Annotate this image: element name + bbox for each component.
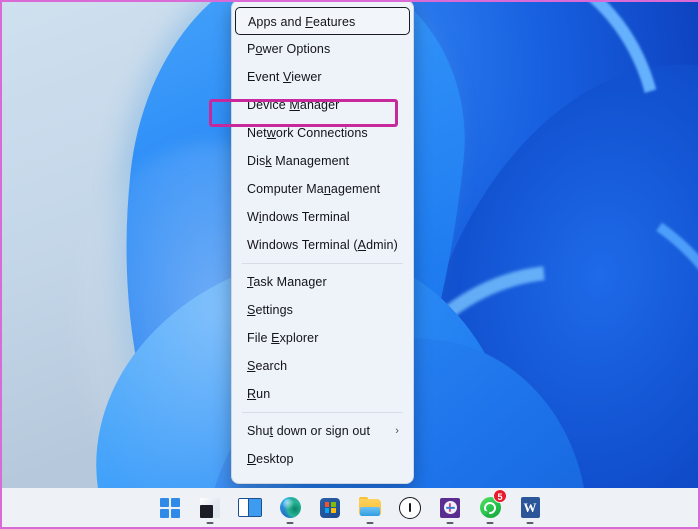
winx-quick-link-menu[interactable]: Apps and Features Power Options Event View… bbox=[231, 2, 414, 484]
menu-item-label: Desktop bbox=[247, 452, 294, 466]
taskbar-running-indicator bbox=[366, 521, 374, 524]
taskbar-item-microsoft-store[interactable] bbox=[310, 488, 350, 527]
wallpaper-shape-main-secondary bbox=[366, 26, 698, 527]
menu-item-device-manager[interactable]: Device Manager bbox=[232, 91, 413, 119]
taskbar-item-microsoft-word[interactable]: W bbox=[510, 488, 550, 527]
menu-item-label: Network Connections bbox=[247, 126, 368, 140]
menu-item-label: Apps and Features bbox=[248, 15, 356, 29]
menu-separator bbox=[242, 263, 403, 264]
taskbar-item-task-view[interactable] bbox=[230, 488, 270, 527]
taskbar-item-microsoft-edge[interactable] bbox=[270, 488, 310, 527]
screen: Apps and Features Power Options Event View… bbox=[0, 0, 700, 529]
menu-item-label: Windows Terminal bbox=[247, 210, 350, 224]
taskbar-item-app[interactable] bbox=[390, 488, 430, 527]
widgets-icon bbox=[198, 496, 222, 520]
menu-item-run[interactable]: Run bbox=[232, 380, 413, 408]
menu-item-label: Disk Management bbox=[247, 154, 350, 168]
task-view-icon bbox=[238, 496, 262, 520]
microsoft-store-icon bbox=[318, 496, 342, 520]
taskbar[interactable]: 5W bbox=[2, 488, 698, 527]
menu-item-label: Search bbox=[247, 359, 288, 373]
menu-separator bbox=[242, 412, 403, 413]
taskbar-item-widgets[interactable] bbox=[190, 488, 230, 527]
menu-item-label: File Explorer bbox=[247, 331, 319, 345]
menu-item-windows-terminal[interactable]: Windows Terminal bbox=[232, 203, 413, 231]
microsoft-word-icon: W bbox=[518, 496, 542, 520]
menu-item-file-explorer[interactable]: File Explorer bbox=[232, 324, 413, 352]
purple-app-icon bbox=[438, 496, 462, 520]
microsoft-edge-icon bbox=[278, 496, 302, 520]
menu-item-event-viewer[interactable]: Event Viewer bbox=[232, 63, 413, 91]
menu-item-label: Windows Terminal (Admin) bbox=[247, 238, 398, 252]
menu-item-label: Settings bbox=[247, 303, 293, 317]
menu-item-label: Task Manager bbox=[247, 275, 327, 289]
menu-item-power-options[interactable]: Power Options bbox=[232, 35, 413, 63]
menu-item-computer-management[interactable]: Computer Management bbox=[232, 175, 413, 203]
notification-badge: 5 bbox=[493, 489, 507, 503]
menu-item-label: Computer Management bbox=[247, 182, 381, 196]
chevron-right-icon: › bbox=[395, 425, 399, 437]
menu-item-settings[interactable]: Settings bbox=[232, 296, 413, 324]
menu-item-apps-and-features[interactable]: Apps and Features bbox=[235, 7, 410, 35]
menu-item-label: Power Options bbox=[247, 42, 331, 56]
menu-item-label: Run bbox=[247, 387, 271, 401]
taskbar-item-whatsapp[interactable]: 5 bbox=[470, 488, 510, 527]
taskbar-running-indicator bbox=[206, 521, 214, 524]
taskbar-running-indicator bbox=[526, 521, 534, 524]
taskbar-running-indicator bbox=[286, 521, 294, 524]
menu-item-label: Shut down or sign out bbox=[247, 424, 371, 438]
menu-item-task-manager[interactable]: Task Manager bbox=[232, 268, 413, 296]
menu-item-windows-terminal-admin[interactable]: Windows Terminal (Admin) bbox=[232, 231, 413, 259]
taskbar-item-app[interactable] bbox=[430, 488, 470, 527]
taskbar-item-start[interactable] bbox=[150, 488, 190, 527]
start-icon bbox=[158, 496, 182, 520]
taskbar-running-indicator bbox=[486, 521, 494, 524]
menu-item-search[interactable]: Search bbox=[232, 352, 413, 380]
menu-item-label: Event Viewer bbox=[247, 70, 322, 84]
menu-item-label: Device Manager bbox=[247, 98, 340, 112]
menu-item-disk-management[interactable]: Disk Management bbox=[232, 147, 413, 175]
taskbar-running-indicator bbox=[446, 521, 454, 524]
menu-item-shut-down-or-sign-out[interactable]: Shut down or sign out › bbox=[232, 417, 413, 445]
power-circle-icon bbox=[398, 496, 422, 520]
menu-item-desktop[interactable]: Desktop bbox=[232, 445, 413, 473]
taskbar-item-file-explorer[interactable] bbox=[350, 488, 390, 527]
file-explorer-icon bbox=[358, 496, 382, 520]
menu-item-network-connections[interactable]: Network Connections bbox=[232, 119, 413, 147]
